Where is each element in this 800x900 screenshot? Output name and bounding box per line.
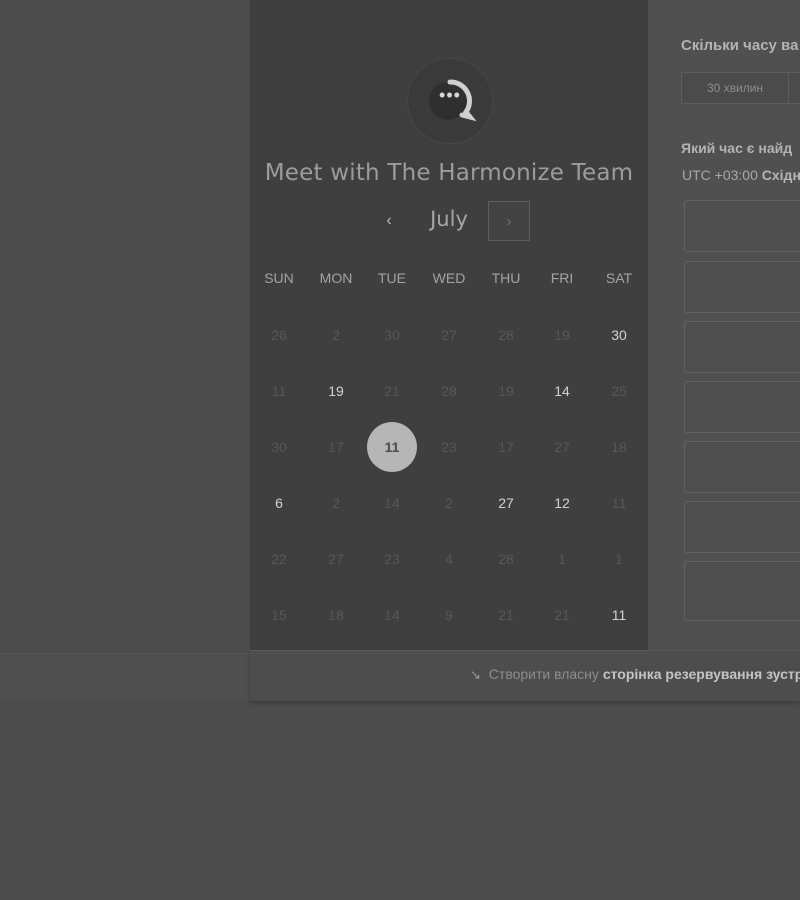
- unavailable-day: 11: [611, 495, 627, 511]
- unavailable-day: 28: [441, 383, 457, 399]
- next-month-button[interactable]: ›: [488, 201, 530, 241]
- timezone-name: Східн: [761, 167, 800, 183]
- weekday-sun: SUN: [264, 270, 294, 286]
- unavailable-day: 21: [554, 607, 570, 623]
- hubspot-sprocket-icon: ↘: [470, 667, 481, 682]
- unavailable-day: 23: [441, 439, 457, 455]
- prev-month-button[interactable]: ‹: [372, 204, 406, 238]
- available-day[interactable]: 11: [599, 603, 639, 627]
- time-slot[interactable]: [684, 321, 800, 373]
- timezone-offset: UTC +03:00: [682, 167, 758, 183]
- unavailable-day: 14: [384, 495, 400, 511]
- unavailable-day: 26: [271, 327, 287, 343]
- unavailable-day: 15: [271, 607, 287, 623]
- time-slot[interactable]: [684, 200, 800, 252]
- booking-footer: ↘ Створити власну сторінка резервування …: [250, 650, 800, 701]
- time-slot[interactable]: [684, 381, 800, 433]
- unavailable-day: 2: [332, 495, 340, 511]
- unavailable-day: 1: [615, 551, 623, 567]
- unavailable-day: 30: [384, 327, 400, 343]
- meeting-booking-widget: ••• Meet with The Harmonize Team ‹ July …: [250, 0, 800, 701]
- unavailable-day: 18: [328, 607, 344, 623]
- unavailable-day: 11: [271, 383, 287, 399]
- unavailable-day: 19: [554, 327, 570, 343]
- create-own-booking-link[interactable]: ↘ Створити власну сторінка резервування …: [470, 666, 800, 683]
- duration-question: Скільки часу ва: [681, 37, 799, 54]
- available-day[interactable]: 6: [259, 491, 299, 515]
- unavailable-day: 14: [384, 607, 400, 623]
- ellipsis-dots: •••: [439, 85, 461, 105]
- team-avatar: •••: [407, 58, 493, 144]
- unavailable-day: 25: [611, 383, 627, 399]
- weekday-mon: MON: [319, 270, 353, 286]
- unavailable-day: 27: [328, 551, 344, 567]
- team-title: Meet with The Harmonize Team: [264, 160, 634, 186]
- unavailable-day: 23: [384, 551, 400, 567]
- duration-selector: 30 хвилин: [681, 72, 800, 104]
- time-slot[interactable]: [684, 561, 800, 621]
- unavailable-day: 22: [271, 551, 287, 567]
- month-label: July: [430, 207, 468, 231]
- unavailable-day: 17: [328, 439, 344, 455]
- unavailable-day: 19: [498, 383, 514, 399]
- details-panel: Скільки часу ва 30 хвилин Який час є най…: [648, 0, 800, 650]
- calendar-panel: ••• Meet with The Harmonize Team ‹ July …: [250, 0, 648, 650]
- footer-link-text: сторінка резервування зустр: [602, 666, 800, 682]
- footer-prefix: Створити власну: [488, 666, 599, 682]
- unavailable-day: 2: [445, 495, 453, 511]
- unavailable-day: 30: [271, 439, 287, 455]
- selected-day[interactable]: 11: [367, 422, 417, 472]
- available-day[interactable]: 27: [486, 491, 526, 515]
- unavailable-day: 2: [332, 327, 340, 343]
- time-slot[interactable]: [684, 501, 800, 553]
- weekday-header: SUN MON TUE WED THU FRI SAT: [250, 270, 648, 290]
- weekday-fri: FRI: [550, 270, 574, 286]
- time-question: Який час є найд: [681, 140, 793, 156]
- unavailable-day: 21: [498, 607, 514, 623]
- time-slot[interactable]: [684, 261, 800, 313]
- unavailable-day: 27: [554, 439, 570, 455]
- available-day[interactable]: 14: [542, 379, 582, 403]
- unavailable-day: 17: [498, 439, 514, 455]
- unavailable-day: 28: [498, 551, 514, 567]
- unavailable-day: 21: [384, 383, 400, 399]
- weekday-thu: THU: [491, 270, 521, 286]
- timezone-label[interactable]: UTC +03:00 Східн: [682, 167, 800, 183]
- weekday-sat: SAT: [605, 270, 633, 286]
- weekday-tue: TUE: [378, 270, 406, 286]
- available-day[interactable]: 19: [316, 379, 356, 403]
- available-day[interactable]: 30: [599, 323, 639, 347]
- unavailable-day: 1: [558, 551, 566, 567]
- unavailable-day: 9: [445, 607, 453, 623]
- unavailable-day: 4: [445, 551, 453, 567]
- unavailable-day: 18: [611, 439, 627, 455]
- unavailable-day: 28: [498, 327, 514, 343]
- available-day[interactable]: 12: [542, 491, 582, 515]
- unavailable-day: 27: [441, 327, 457, 343]
- duration-option-30-min[interactable]: 30 хвилин: [682, 73, 789, 103]
- weekday-wed: WED: [432, 270, 466, 286]
- time-slot[interactable]: [684, 441, 800, 493]
